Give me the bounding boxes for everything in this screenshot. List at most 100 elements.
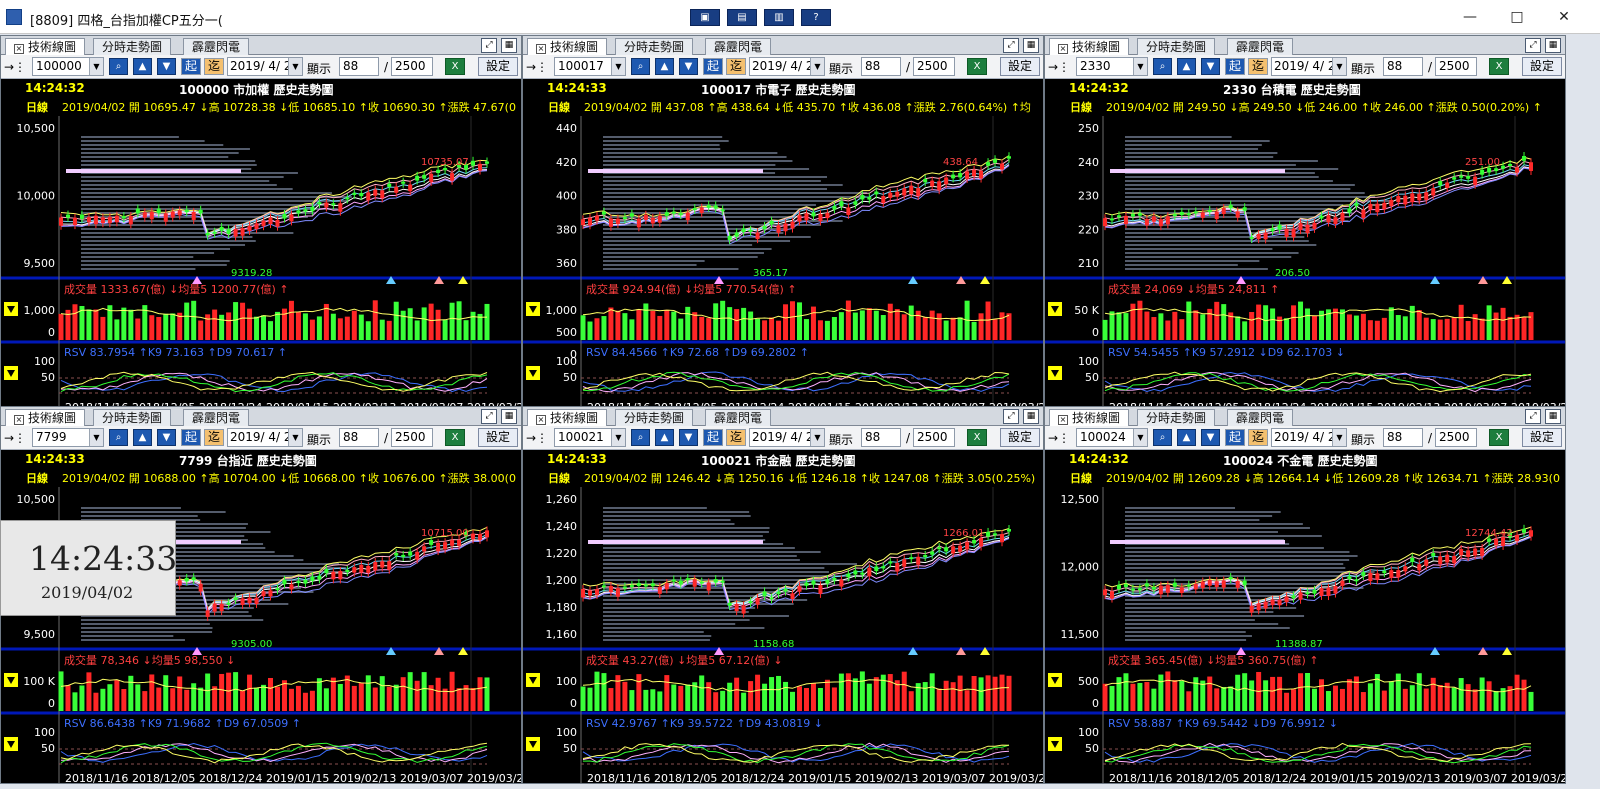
total-count-input[interactable]: 2500 [1435,57,1477,76]
tab-intraday-chart[interactable]: 分時走勢圖 [93,409,172,426]
chevron-down-icon[interactable]: ▼ [1332,58,1346,75]
close-button[interactable]: ✕ [1547,6,1581,28]
start-icon[interactable]: 起 [703,58,723,75]
layout-tool-3[interactable]: ▥ [764,9,794,26]
up-arrow-icon[interactable]: ▲ [133,429,152,446]
excel-export-icon[interactable]: X [445,429,465,446]
chevron-down-icon[interactable]: ▼ [810,429,824,446]
tab-intraday-chart[interactable]: 分時走勢圖 [1137,409,1216,426]
tab-intraday-chart[interactable]: 分時走勢圖 [615,38,694,55]
symbol-code-select[interactable]: 2330 ▼ [1076,57,1148,76]
total-count-input[interactable]: 2500 [1435,428,1477,447]
chevron-down-icon[interactable]: ▼ [611,429,625,446]
help-button[interactable]: ? [801,9,831,26]
date-select[interactable]: 2019/ 4/ 2 ▼ [749,57,825,76]
settings-button[interactable]: 設定 [1522,57,1562,76]
settings-button[interactable]: 設定 [1000,428,1040,447]
display-count-input[interactable]: 88 [1383,57,1423,76]
chevron-down-icon[interactable]: ▼ [89,58,103,75]
down-arrow-icon[interactable]: ▼ [679,429,698,446]
total-count-input[interactable]: 2500 [913,428,955,447]
panel-maximize-icon[interactable]: ⤢ [481,38,497,53]
panel-split-icon[interactable]: ▦ [501,38,517,53]
date-select[interactable]: 2019/ 4/ 2 ▼ [1271,57,1347,76]
tab-lightning[interactable]: 霹靂閃電 [1227,409,1294,426]
tab-technical-chart[interactable]: × 技術線圖 [1049,409,1130,426]
settings-button[interactable]: 設定 [1000,57,1040,76]
search-icon[interactable]: ⌕ [631,429,650,446]
tab-intraday-chart[interactable]: 分時走勢圖 [93,38,172,55]
panel-maximize-icon[interactable]: ⤢ [1525,38,1541,53]
settings-button[interactable]: 設定 [478,428,518,447]
chevron-down-icon[interactable]: ▼ [1332,429,1346,446]
symbol-code-select[interactable]: 100021 ▼ [554,428,626,447]
symbol-code-select[interactable]: 100017 ▼ [554,57,626,76]
search-icon[interactable]: ⌕ [631,58,650,75]
symbol-code-select[interactable]: 7799 ▼ [32,428,104,447]
settings-button[interactable]: 設定 [1522,428,1562,447]
layout-tool-1[interactable]: ▣ [690,9,720,26]
tab-lightning[interactable]: 霹靂閃電 [183,409,250,426]
arrow-grid-icon[interactable]: →⋮ [526,430,552,446]
arrow-grid-icon[interactable]: →⋮ [1048,430,1074,446]
tab-intraday-chart[interactable]: 分時走勢圖 [615,409,694,426]
start-icon[interactable]: 起 [703,429,723,446]
down-arrow-icon[interactable]: ▼ [1201,58,1220,75]
panel-split-icon[interactable]: ▦ [1023,409,1039,424]
chevron-down-icon[interactable]: ▼ [288,58,302,75]
panel-maximize-icon[interactable]: ⤢ [1003,409,1019,424]
panel-maximize-icon[interactable]: ⤢ [1525,409,1541,424]
excel-export-icon[interactable]: X [445,58,465,75]
arrow-grid-icon[interactable]: →⋮ [4,430,30,446]
search-icon[interactable]: ⌕ [1153,58,1172,75]
end-icon[interactable]: 迄 [1248,58,1268,75]
close-tab-icon[interactable]: × [14,44,24,54]
tab-technical-chart[interactable]: × 技術線圖 [527,409,608,426]
maximize-button[interactable]: □ [1500,6,1534,28]
display-count-input[interactable]: 88 [1383,428,1423,447]
arrow-grid-icon[interactable]: →⋮ [526,59,552,75]
total-count-input[interactable]: 2500 [391,428,433,447]
tab-lightning[interactable]: 霹靂閃電 [705,409,772,426]
tab-lightning[interactable]: 霹靂閃電 [1227,38,1294,55]
total-count-input[interactable]: 2500 [913,57,955,76]
search-icon[interactable]: ⌕ [1153,429,1172,446]
date-select[interactable]: 2019/ 4/ 2 ▼ [227,428,303,447]
close-tab-icon[interactable]: × [1058,44,1068,54]
display-count-input[interactable]: 88 [339,428,379,447]
chevron-down-icon[interactable]: ▼ [288,429,302,446]
symbol-code-select[interactable]: 100000 ▼ [32,57,104,76]
layout-tool-2[interactable]: ▤ [727,9,757,26]
start-icon[interactable]: 起 [1225,429,1245,446]
close-tab-icon[interactable]: × [14,415,24,425]
excel-export-icon[interactable]: X [1489,58,1509,75]
search-icon[interactable]: ⌕ [109,58,128,75]
chevron-down-icon[interactable]: ▼ [810,58,824,75]
up-arrow-icon[interactable]: ▲ [1177,429,1196,446]
arrow-grid-icon[interactable]: →⋮ [4,59,30,75]
end-icon[interactable]: 迄 [204,429,224,446]
minimize-button[interactable]: — [1453,6,1487,28]
tab-lightning[interactable]: 霹靂閃電 [183,38,250,55]
end-icon[interactable]: 迄 [726,58,746,75]
up-arrow-icon[interactable]: ▲ [1177,58,1196,75]
panel-split-icon[interactable]: ▦ [1545,409,1561,424]
excel-export-icon[interactable]: X [1489,429,1509,446]
arrow-grid-icon[interactable]: →⋮ [1048,59,1074,75]
start-icon[interactable]: 起 [181,58,201,75]
tab-lightning[interactable]: 霹靂閃電 [705,38,772,55]
display-count-input[interactable]: 88 [861,57,901,76]
down-arrow-icon[interactable]: ▼ [679,58,698,75]
tab-technical-chart[interactable]: × 技術線圖 [5,38,86,55]
panel-split-icon[interactable]: ▦ [1023,38,1039,53]
display-count-input[interactable]: 88 [339,57,379,76]
excel-export-icon[interactable]: X [967,429,987,446]
up-arrow-icon[interactable]: ▲ [133,58,152,75]
start-icon[interactable]: 起 [1225,58,1245,75]
down-arrow-icon[interactable]: ▼ [157,58,176,75]
panel-split-icon[interactable]: ▦ [1545,38,1561,53]
chevron-down-icon[interactable]: ▼ [611,58,625,75]
down-arrow-icon[interactable]: ▼ [157,429,176,446]
date-select[interactable]: 2019/ 4/ 2 ▼ [1271,428,1347,447]
tab-technical-chart[interactable]: × 技術線圖 [1049,38,1130,55]
